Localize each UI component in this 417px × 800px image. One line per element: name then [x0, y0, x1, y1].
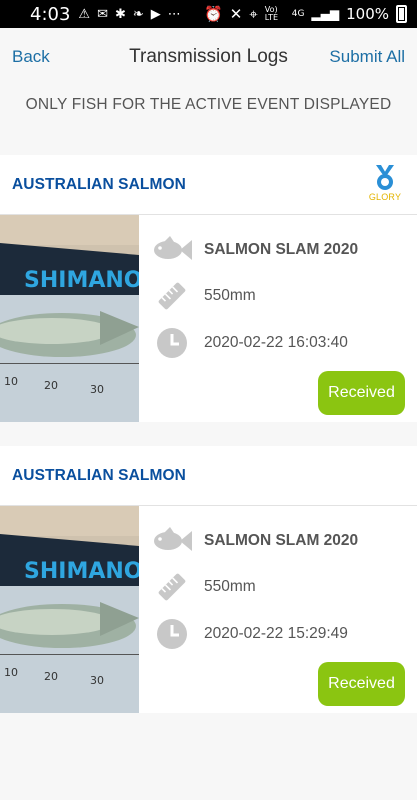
fish-icon	[152, 233, 192, 267]
fish-icon	[152, 524, 192, 558]
species-name: AUSTRALIAN SALMON	[12, 466, 186, 484]
notification-icons: ⚠ ✉ ✱ ❧ ▶ ⋯	[78, 7, 180, 22]
ruler-icon	[152, 570, 192, 604]
time-row: 2020-02-22 16:03:40	[152, 326, 348, 360]
medal-icon: GLORY	[365, 164, 405, 205]
clock-icon	[152, 326, 192, 360]
active-event-notice: ONLY FISH FOR THE ACTIVE EVENT DISPLAYED	[25, 96, 392, 113]
fish-length: 550mm	[204, 578, 256, 595]
event-row: SALMON SLAM 2020	[152, 524, 358, 558]
photo-brand-text: SHIMANO	[24, 268, 139, 293]
log-entry: AUSTRALIAN SALMON SHIMANO 10 20 30 SALMO…	[0, 446, 417, 713]
entry-body: SHIMANO 10 20 30 SALMON SLAM 2020 550mm …	[0, 506, 417, 713]
slack-icon: ✱	[114, 6, 126, 22]
status-bar: 4:03 ⚠ ✉ ✱ ❧ ▶ ⋯ ⏰ ✕ ⌖ Vo) LTE 4G ▂▄▆ 10…	[0, 0, 417, 28]
received-status-button[interactable]: Received	[318, 371, 405, 415]
status-time: 4:03	[30, 3, 71, 25]
entry-body: SHIMANO 10 20 30 SALMON SLAM 2020 550mm …	[0, 215, 417, 422]
more-icon: ⋯	[167, 6, 181, 22]
length-row: 550mm	[152, 570, 256, 604]
medal-graphic	[376, 164, 394, 190]
fish-length: 550mm	[204, 287, 256, 304]
catch-datetime: 2020-02-22 15:29:49	[204, 625, 348, 642]
ruler-label: 20	[44, 379, 58, 392]
youtube-icon: ▶	[150, 6, 161, 22]
clock-icon	[152, 617, 192, 651]
submit-all-button[interactable]: Submit All	[329, 47, 405, 67]
ruler-label: 10	[4, 375, 18, 388]
event-name: SALMON SLAM 2020	[204, 241, 359, 258]
catch-photo[interactable]: SHIMANO 10 20 30	[0, 215, 139, 422]
ruler-label: 20	[44, 670, 58, 683]
entry-header: AUSTRALIAN SALMON GLORY	[0, 155, 417, 215]
species-name: AUSTRALIAN SALMON	[12, 175, 186, 193]
ruler-label: 30	[90, 674, 104, 687]
ruler-label: 30	[90, 383, 104, 396]
nav-bar: Back Transmission Logs Submit All	[0, 28, 417, 86]
network-icon: 4G	[291, 9, 305, 19]
leaf-icon: ❧	[132, 6, 144, 22]
mute-icon: ✕	[229, 5, 243, 23]
ruler-icon	[152, 279, 192, 313]
back-button[interactable]: Back	[12, 47, 50, 67]
ruler-label: 10	[4, 666, 18, 679]
log-entry: AUSTRALIAN SALMON GLORY SHIMANO 10 20 30…	[0, 155, 417, 422]
event-row: SALMON SLAM 2020	[152, 233, 358, 267]
entry-header: AUSTRALIAN SALMON	[0, 446, 417, 506]
catch-datetime: 2020-02-22 16:03:40	[204, 334, 348, 351]
event-name: SALMON SLAM 2020	[204, 532, 359, 549]
badge-label: GLORY	[368, 191, 402, 202]
location-icon: ⌖	[249, 5, 258, 23]
battery-icon	[396, 5, 407, 23]
battery-percent: 100%	[346, 5, 389, 23]
length-row: 550mm	[152, 279, 256, 313]
photo-brand-text: SHIMANO	[24, 559, 139, 584]
warning-icon: ⚠	[78, 6, 91, 22]
catch-photo[interactable]: SHIMANO 10 20 30	[0, 506, 139, 713]
messenger-icon: ✉	[97, 6, 108, 22]
alarm-icon: ⏰	[204, 5, 223, 23]
time-row: 2020-02-22 15:29:49	[152, 617, 348, 651]
received-status-button[interactable]: Received	[318, 662, 405, 706]
lte-icon: Vo) LTE	[264, 5, 279, 22]
signal-icon: ▂▄▆	[311, 7, 340, 21]
